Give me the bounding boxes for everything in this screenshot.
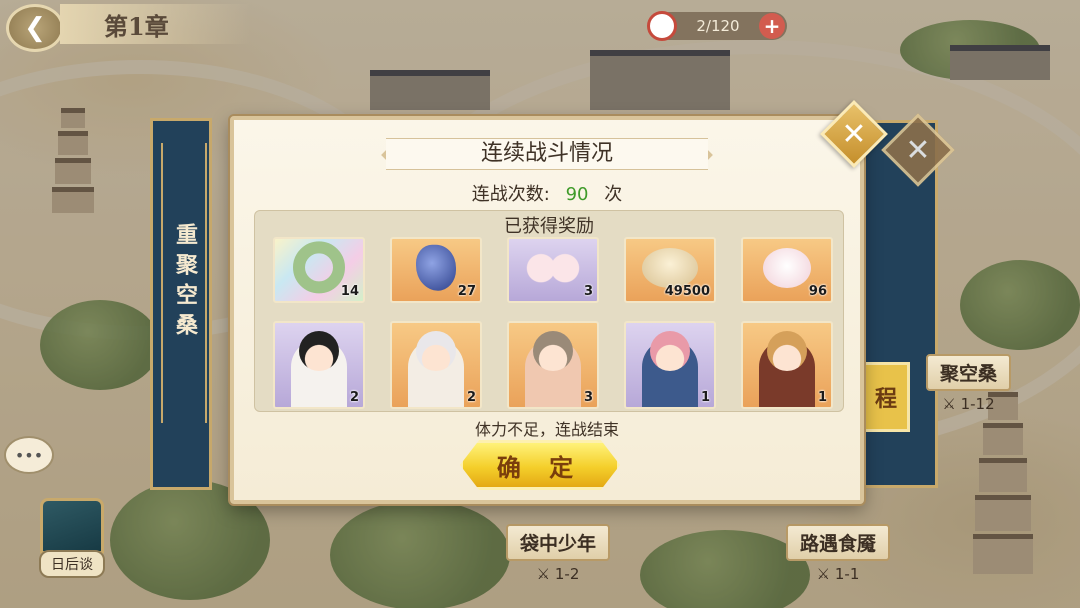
plus-icon: +	[763, 14, 781, 38]
item-count: 3	[583, 390, 593, 405]
close-icon: ✕	[905, 132, 931, 168]
character-green-eyes-icon	[533, 331, 573, 371]
battle-count: 连战次数: 90 次	[234, 180, 860, 206]
chat-button[interactable]: •••	[4, 436, 54, 474]
item-count: 1	[700, 390, 710, 405]
stage-node-1-2[interactable]: 袋中少年 ⚔ 1-2	[506, 524, 611, 583]
stage-name: 聚空桑	[926, 354, 1012, 391]
stage-number: ⚔ 1-12	[942, 395, 995, 413]
jade-ring-icon	[293, 241, 345, 294]
chapter-scroll-left: 重聚空桑	[150, 118, 212, 490]
battle-result-dialog: 连续战斗情况 连战次数: 90 次 已获得奖励 14 27 3 49500 96…	[230, 116, 864, 504]
back-button[interactable]: ❮	[6, 4, 64, 52]
reward-character[interactable]: 2	[273, 321, 365, 409]
reward-character[interactable]: 1	[624, 321, 716, 409]
stamina-value: 2/120	[696, 17, 740, 35]
item-count: 49500	[664, 284, 710, 299]
character-black-hair-icon	[299, 331, 339, 371]
reward-items-row: 14 27 3 49500 96	[273, 237, 833, 303]
stage-node-1-12[interactable]: 聚空桑 ⚔ 1-12	[926, 354, 1012, 413]
reward-character[interactable]: 2	[390, 321, 482, 409]
back-arrow-icon: ❮	[24, 13, 46, 43]
item-count: 2	[466, 390, 476, 405]
rice-bowl-icon	[647, 11, 677, 41]
character-pink-hair-icon	[650, 331, 690, 371]
status-message: 体力不足，连战结束	[474, 420, 619, 439]
character-white-hair-icon	[416, 331, 456, 371]
item-count: 14	[340, 284, 359, 299]
epilogue-button[interactable]: 日后谈	[26, 498, 118, 582]
confirm-button[interactable]: 确 定	[460, 440, 620, 490]
battle-count-label: 连战次数:	[471, 184, 550, 205]
blue-crystal-icon	[416, 244, 456, 291]
reward-item[interactable]: 14	[273, 237, 365, 303]
item-count: 96	[808, 284, 827, 299]
item-count: 1	[817, 390, 827, 405]
rewards-panel: 已获得奖励 14 27 3 49500 96 2 2 3 1 1	[254, 210, 844, 412]
item-count: 3	[583, 284, 593, 299]
dialog-title: 连续战斗情况	[386, 138, 708, 170]
chat-icon: •••	[14, 445, 44, 465]
reward-character[interactable]: 3	[507, 321, 599, 409]
stage-name: 袋中少年	[506, 524, 611, 561]
stage-number: ⚔ 1-1	[816, 565, 860, 583]
item-count: 2	[349, 390, 359, 405]
bun-pair-icon	[523, 250, 583, 287]
reward-item[interactable]: 49500	[624, 237, 716, 303]
close-icon: ✕	[841, 116, 867, 152]
shell-coin-icon	[642, 248, 698, 288]
epilogue-label: 日后谈	[39, 550, 105, 578]
chapter-scroll-title: 重聚空桑	[161, 143, 207, 423]
book-icon	[40, 498, 104, 554]
stamina-bar: 2/120 +	[647, 11, 787, 41]
item-count: 27	[457, 284, 476, 299]
reward-item[interactable]: 96	[741, 237, 833, 303]
reward-character[interactable]: 1	[741, 321, 833, 409]
reward-item[interactable]: 3	[507, 237, 599, 303]
reward-characters-row: 2 2 3 1 1	[273, 321, 833, 409]
battle-count-value: 90	[565, 184, 589, 205]
chapter-title: 第1章	[60, 4, 250, 44]
reward-item[interactable]: 27	[390, 237, 482, 303]
stage-name: 路遇食魇	[786, 524, 891, 561]
add-stamina-button[interactable]: +	[759, 13, 785, 39]
stage-number: ⚔ 1-2	[536, 565, 580, 583]
stage-node-1-1[interactable]: 路遇食魇 ⚔ 1-1	[786, 524, 891, 583]
battle-count-unit: 次	[604, 184, 623, 205]
journey-button[interactable]: 程	[862, 362, 910, 432]
character-blond-hair-icon	[767, 331, 807, 371]
rabbit-bun-icon	[763, 248, 811, 288]
